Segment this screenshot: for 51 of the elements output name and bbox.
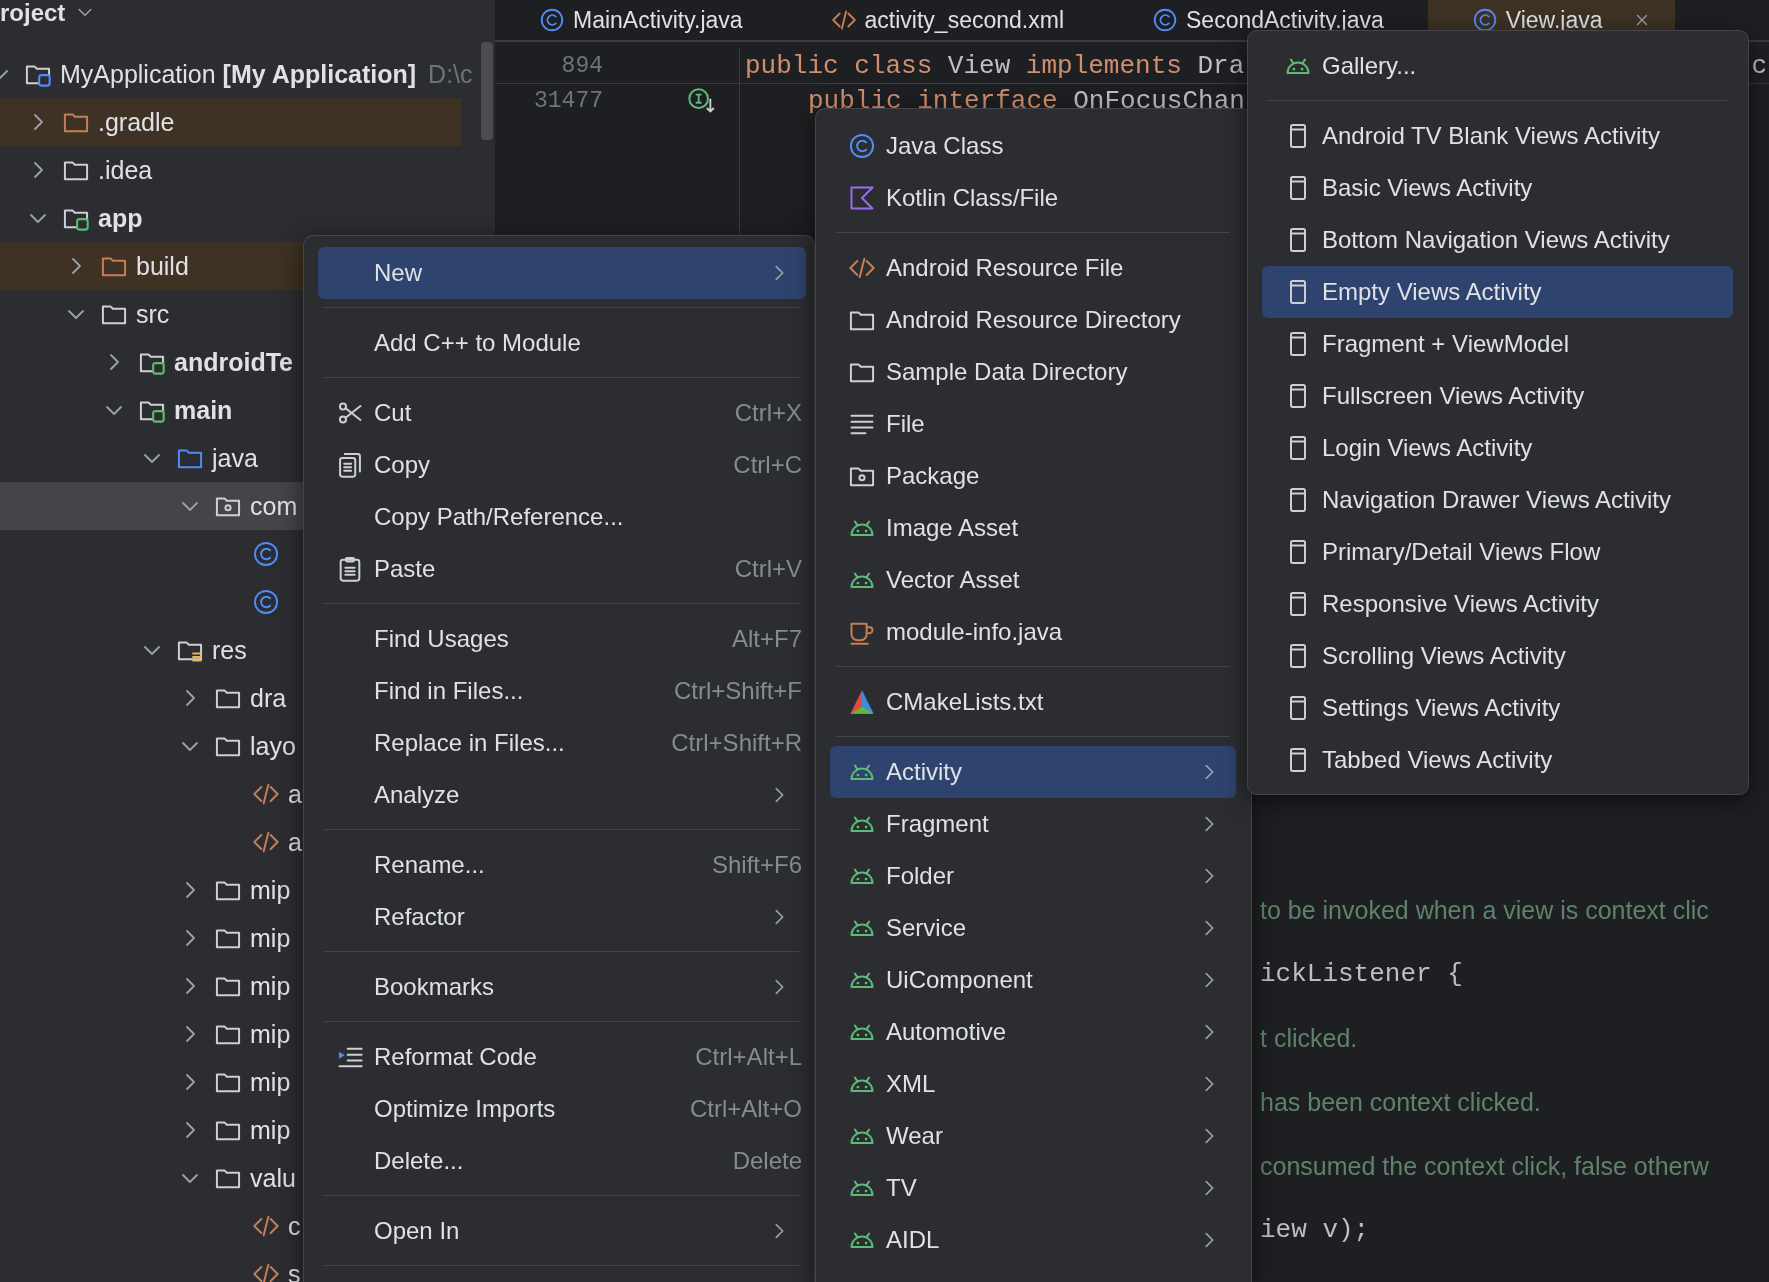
item-label: mip: [250, 875, 291, 905]
item-label: app: [98, 203, 143, 233]
code-line: ickListener {: [1260, 958, 1464, 991]
code-line: c: [1751, 51, 1767, 81]
shortcut-text: Ctrl+V: [734, 555, 803, 583]
tab-label: SecondActivity.java: [1186, 6, 1384, 34]
path-text: D:\c: [428, 59, 473, 89]
code-comment: to be invoked when a view is context clic: [1260, 894, 1710, 926]
item-label: dra: [250, 683, 287, 713]
item-label: mip: [250, 1019, 291, 1049]
item-label: build: [136, 251, 189, 281]
tab-label: MainActivity.java: [573, 6, 743, 34]
shortcut-text: Shift+F6: [711, 851, 803, 879]
item-label: valu: [250, 1163, 296, 1193]
code-comment: t clicked.: [1260, 1022, 1359, 1054]
shortcut-text: Ctrl+Alt+L: [695, 1043, 803, 1071]
shortcut-text: Ctrl+C: [733, 451, 803, 479]
code-comment: consumed the context click, false otherw: [1260, 1150, 1710, 1182]
code-line: public class View implements Dra: [745, 51, 1245, 81]
tab-label: View.java: [1505, 6, 1603, 34]
item-label: .gradle: [98, 107, 175, 137]
item-label: mip: [250, 1067, 291, 1097]
item-label: c: [288, 1211, 301, 1241]
tab-label: activity_second.xml: [864, 6, 1064, 34]
item-label: java: [212, 443, 258, 473]
code-line: iew v);: [1260, 1214, 1371, 1247]
panel-title: roject: [0, 0, 66, 26]
line-number: 894: [560, 53, 603, 79]
item-label: MyApplication [My Application]: [60, 59, 417, 89]
item-label: src: [136, 299, 170, 329]
item-label: res: [212, 635, 247, 665]
shortcut-text: Ctrl+X: [734, 399, 803, 427]
shortcut-text: Alt+F7: [731, 625, 803, 653]
item-label: com: [250, 491, 298, 521]
shortcut-text: Ctrl+Alt+O: [689, 1095, 803, 1123]
item-label: .idea: [98, 155, 153, 185]
line-number: 31477: [533, 88, 603, 114]
item-label: a: [288, 827, 302, 857]
code-comment: has been context clicked.: [1260, 1086, 1542, 1118]
shortcut-text: Delete: [732, 1147, 803, 1175]
item-label: s: [288, 1259, 301, 1282]
code-line: public interface OnFocusChan: [808, 86, 1245, 116]
item-label: mip: [250, 923, 291, 953]
shortcut-text: Ctrl+Shift+F: [673, 677, 803, 705]
item-label: main: [174, 395, 233, 425]
item-label: androidTe: [174, 347, 293, 377]
shortcut-text: Ctrl+Shift+R: [671, 729, 803, 757]
item-label: mip: [250, 971, 291, 1001]
item-label: a: [288, 779, 302, 809]
item-label: layo: [250, 731, 296, 761]
item-label: mip: [250, 1115, 291, 1145]
